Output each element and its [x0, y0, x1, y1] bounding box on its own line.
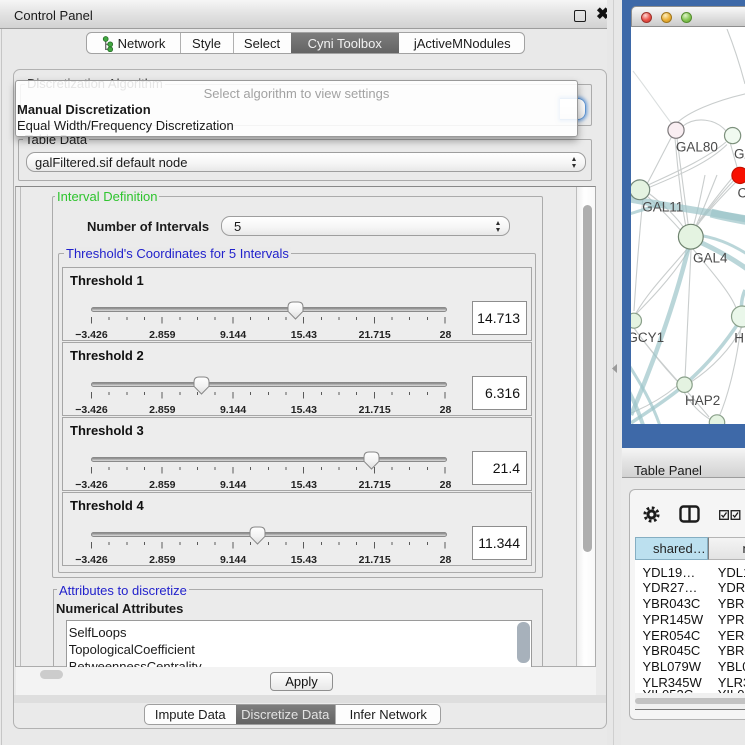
svg-text:GCY1: GCY1 — [631, 330, 664, 345]
svg-text:HAP2: HAP2 — [685, 393, 720, 408]
svg-text:GAL11: GAL11 — [642, 200, 683, 215]
svg-text:GA: GA — [734, 147, 745, 162]
svg-text:H: H — [734, 331, 744, 346]
svg-text:CA: CA — [738, 186, 745, 201]
svg-text:GAL80: GAL80 — [676, 140, 718, 155]
svg-text:GAL4: GAL4 — [693, 251, 728, 266]
